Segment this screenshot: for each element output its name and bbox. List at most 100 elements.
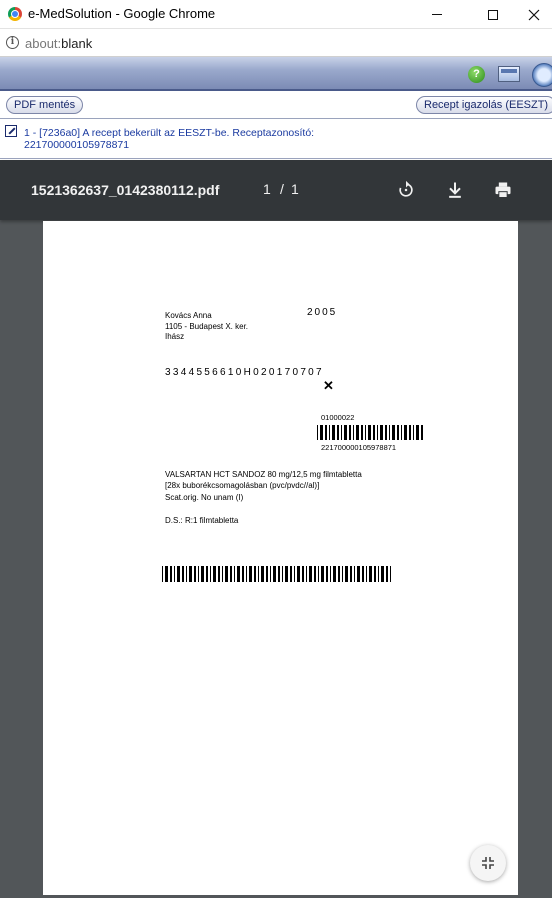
barcode-bar [416, 425, 419, 440]
url-path: blank [61, 36, 93, 51]
barcode-bar [266, 566, 268, 582]
barcode-bar [162, 566, 163, 582]
maximize-icon [488, 9, 498, 20]
barcode-bar [237, 566, 240, 582]
action-bar: PDF mentés Recept igazolás (EESZT) [0, 91, 552, 119]
barcode-bar [294, 566, 295, 582]
recept-confirm-button[interactable]: Recept igazolás (EESZT) [416, 96, 552, 114]
barcode-bar [198, 566, 199, 582]
barcode-bar [338, 566, 340, 582]
barcode-bar [413, 425, 414, 440]
barcode-bar [326, 566, 328, 582]
pdf-viewer: 1521362637_0142380112.pdf 1 / 1 Kovács A… [0, 160, 552, 898]
document-year: 2005 [307, 307, 338, 318]
barcode-bar [213, 566, 216, 582]
maximize-button[interactable] [470, 0, 516, 29]
prescription-barcode [317, 425, 423, 440]
print-icon[interactable] [493, 180, 513, 200]
status-message-line1: 1 - [7236a0] A recept bekerült az EESZT-… [24, 127, 315, 139]
barcode-bar [409, 425, 411, 440]
barcode-bar [201, 566, 204, 582]
status-message-line2: 221700000105978871 [24, 139, 130, 151]
barcode-bar [397, 425, 399, 440]
barcode-bar [321, 566, 324, 582]
close-button[interactable] [516, 0, 552, 29]
barcode-bar [177, 566, 180, 582]
barcode-bar [249, 566, 252, 582]
url-scheme: about: [25, 36, 62, 51]
info-icon[interactable]: i [6, 36, 19, 49]
document-code-part2: 10H020170707 [227, 367, 324, 378]
screen-icon[interactable] [498, 66, 520, 82]
download-icon[interactable] [445, 180, 465, 200]
barcode-bar [218, 566, 220, 582]
barcode-bar [354, 566, 355, 582]
barcode-bar [309, 566, 312, 582]
fit-to-page-button[interactable] [470, 845, 506, 881]
barcode-bar [189, 566, 192, 582]
barcode-bar [222, 566, 223, 582]
patient-name: Kovács Anna [165, 311, 212, 320]
address-bar[interactable]: i about:blank [0, 29, 552, 57]
pdf-page-separator: / [280, 181, 284, 197]
barcode-bar [246, 566, 247, 582]
pdf-filename: 1521362637_0142380112.pdf [31, 182, 220, 198]
minimize-button[interactable] [414, 0, 460, 29]
barcode-bar [186, 566, 187, 582]
barcode-bar [356, 425, 359, 440]
clock-icon[interactable] [532, 63, 552, 87]
barcode-bar [230, 566, 232, 582]
barcode-number: 221700000105978871 [321, 443, 397, 452]
barcode-bar [270, 566, 271, 582]
barcode-bar [333, 566, 336, 582]
barcode-bar [320, 425, 323, 440]
barcode-bar [362, 566, 364, 582]
barcode-bar [421, 425, 423, 440]
barcode-bar [366, 566, 367, 582]
barcode-bar [377, 425, 378, 440]
help-icon[interactable]: ? [468, 66, 485, 83]
fit-to-page-icon [482, 857, 494, 869]
barcode-bar [380, 425, 383, 440]
barcode-bar [378, 566, 379, 582]
barcode-bar [342, 566, 343, 582]
minimize-icon [432, 14, 442, 15]
barcode-bar [318, 566, 319, 582]
barcode-bar [182, 566, 184, 582]
barcode-bar [385, 425, 387, 440]
barcode-bar [290, 566, 292, 582]
edit-icon[interactable] [5, 125, 17, 137]
document-barcode [162, 566, 391, 582]
window-titlebar: e-MedSolution - Google Chrome [0, 0, 552, 29]
barcode-bar [332, 425, 335, 440]
document-code-part1: 33445566 [165, 367, 228, 378]
pdf-save-button[interactable]: PDF mentés [6, 96, 84, 114]
barcode-bar [404, 425, 407, 440]
barcode-bar [344, 425, 347, 440]
cross-mark: ✕ [323, 378, 334, 393]
rotate-icon[interactable] [396, 180, 416, 200]
patient-address: 1105 - Budapest X. ker. [165, 322, 249, 331]
barcode-bar [278, 566, 280, 582]
barcode-bar [349, 425, 351, 440]
barcode-bar [368, 425, 371, 440]
pdf-page-current[interactable]: 1 [263, 181, 271, 197]
barcode-bar [392, 425, 395, 440]
barcode-bar [317, 425, 318, 440]
barcode-bar [341, 425, 342, 440]
patient-occupation: Ihász [165, 332, 185, 341]
barcode-bar [369, 566, 372, 582]
document-code-line: 3344556610H020170707 [165, 367, 324, 378]
barcode-bar [373, 425, 375, 440]
barcode-bar [350, 566, 352, 582]
barcode-bar [389, 425, 390, 440]
url-field[interactable]: about:blank [25, 36, 92, 51]
status-message: 1 - [7236a0] A recept bekerült az EESZT-… [24, 127, 344, 151]
pdf-page: Kovács Anna 1105 - Budapest X. ker. Ihás… [43, 221, 518, 895]
barcode-bar [390, 566, 391, 582]
barcode-bar [225, 566, 228, 582]
barcode-bar [381, 566, 384, 582]
barcode-bar [302, 566, 304, 582]
drug-packaging: [28x buborékcsomagolásban (pvc/pvdc//al)… [165, 481, 320, 490]
barcode-bar [330, 566, 331, 582]
